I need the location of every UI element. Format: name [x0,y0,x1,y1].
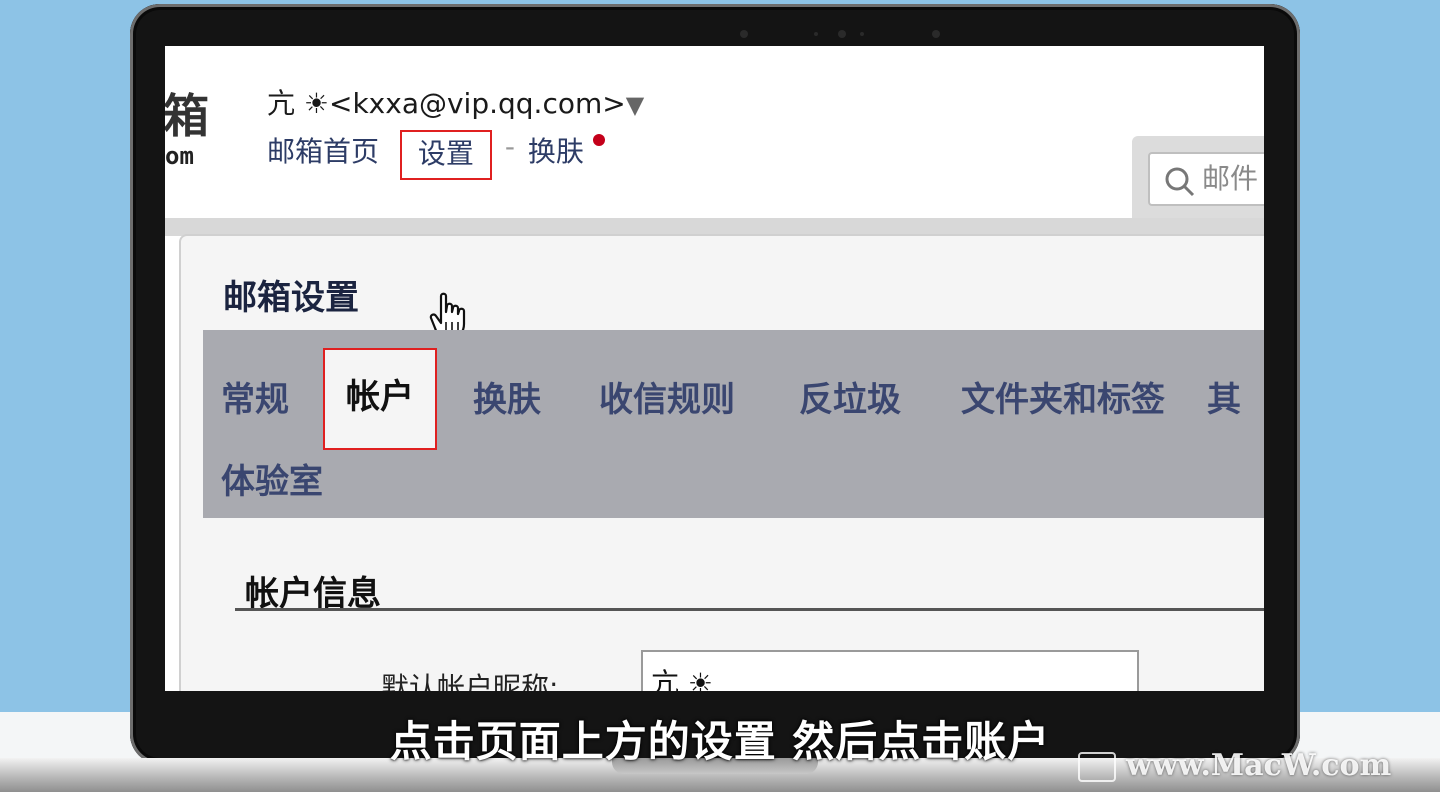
top-links: 邮箱首页 设置 - 换肤 [267,130,605,180]
nickname-input[interactable]: 亢 ☀ [641,650,1139,691]
logo-subtitle: om [165,142,194,170]
tab-general[interactable]: 常规 [221,372,289,421]
tab-anti-spam[interactable]: 反垃圾 [799,372,901,421]
search-input[interactable]: 邮件 [1148,152,1264,206]
account-switcher[interactable]: 亢 ☀<kxxa@vip.qq.com>▼ [267,82,644,122]
settings-tabs: 常规 帐户 换肤 收信规则 反垃圾 文件夹和标签 其 体验室 [203,330,1264,518]
tab-skin[interactable]: 换肤 [473,372,541,421]
settings-panel: 邮箱设置 常规 帐户 换肤 收信规则 反垃圾 文件夹和标签 其 体验室 帐户信息… [179,234,1264,691]
watermark-text: www.MacW.com [1126,748,1392,783]
section-divider [235,608,1264,611]
notification-dot-icon [592,134,605,146]
watermark-logo-icon [1078,752,1116,782]
camera-lens-icon [838,30,846,38]
page-title: 邮箱设置 [223,278,359,318]
account-name: 亢 ☀<kxxa@vip.qq.com> [267,87,626,120]
tab-account[interactable]: 帐户 [323,348,437,450]
mailbox-home-link[interactable]: 邮箱首页 [267,130,379,170]
mail-header: 箱 om 亢 ☀<kxxa@vip.qq.com>▼ 邮箱首页 设置 - 换肤 … [165,46,1264,218]
browser-screen: 箱 om 亢 ☀<kxxa@vip.qq.com>▼ 邮箱首页 设置 - 换肤 … [165,46,1264,691]
logo[interactable]: 箱 [165,80,209,146]
search-placeholder: 邮件 [1202,162,1259,195]
link-separator: - [504,130,515,163]
camera-sensor-icon [932,30,940,38]
camera-bar [720,24,960,42]
camera-led-icon [814,32,818,36]
search-area: 邮件 [1132,136,1264,218]
chevron-down-icon[interactable]: ▼ [626,91,644,119]
tab-inbox-rules[interactable]: 收信规则 [599,372,735,421]
nickname-label: 默认帐户昵称: [381,671,559,691]
search-icon [1165,167,1195,197]
camera-mic-icon [860,32,864,36]
camera-sensor-icon [740,30,748,38]
tab-lab[interactable]: 体验室 [221,454,323,503]
watermark: www.MacW.com [1078,748,1391,783]
settings-link[interactable]: 设置 [399,130,492,180]
tab-folders-labels[interactable]: 文件夹和标签 [961,372,1165,421]
tab-other[interactable]: 其 [1207,372,1241,421]
skin-link[interactable]: 换肤 [528,130,584,170]
